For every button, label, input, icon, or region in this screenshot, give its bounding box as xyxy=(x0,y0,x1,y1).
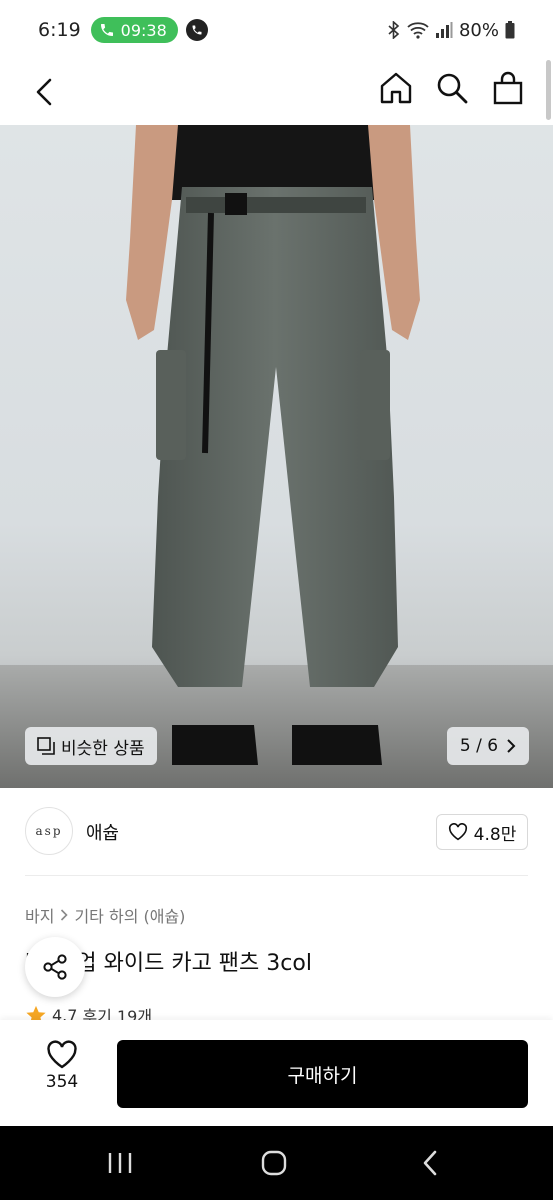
copy-icon xyxy=(37,737,55,755)
brand-name[interactable]: 애슙 xyxy=(86,819,119,845)
image-page-indicator[interactable]: 5 / 6 xyxy=(447,727,529,765)
similar-products-button[interactable]: 비슷한 상품 xyxy=(25,727,157,765)
divider xyxy=(25,875,528,876)
brand-like-button[interactable]: 4.8만 xyxy=(436,814,528,850)
battery-percent: 80% xyxy=(458,19,499,41)
brand-row: asp 애슙 4.8만 xyxy=(0,800,553,864)
brand-logo-text: asp xyxy=(35,824,63,838)
recent-apps-button[interactable] xyxy=(100,1146,140,1180)
wifi-icon xyxy=(407,22,429,39)
status-bar: 6:19 09:38 80% xyxy=(0,0,553,60)
purchase-bar: 354 구매하기 xyxy=(0,1020,553,1126)
status-right: 80% xyxy=(387,20,515,41)
breadcrumb-category[interactable]: 바지 xyxy=(25,903,54,927)
chevron-right-icon xyxy=(507,739,516,753)
cart-button[interactable] xyxy=(488,66,528,110)
brand-like-count: 4.8만 xyxy=(473,824,517,845)
chevron-left-icon xyxy=(423,1150,437,1176)
recent-apps-icon xyxy=(108,1153,132,1173)
chevron-right-icon xyxy=(61,909,69,921)
product-photo xyxy=(0,125,553,788)
search-button[interactable] xyxy=(432,66,472,110)
back-nav-button[interactable] xyxy=(410,1146,450,1180)
battery-icon xyxy=(505,21,515,39)
breadcrumb-subcategory[interactable]: 기타 하의 (애슙) xyxy=(74,903,185,927)
status-time: 6:19 xyxy=(38,19,81,41)
share-button[interactable] xyxy=(25,937,85,997)
home-icon xyxy=(380,72,412,104)
shopping-bag-icon xyxy=(493,71,523,105)
buy-button[interactable]: 구매하기 xyxy=(117,1040,528,1108)
call-app-icon xyxy=(185,19,208,41)
phone-icon xyxy=(100,24,113,36)
scroll-indicator[interactable] xyxy=(546,60,551,120)
call-indicator[interactable]: 09:38 xyxy=(90,17,178,43)
brand-logo[interactable]: asp xyxy=(25,807,73,855)
heart-icon xyxy=(47,1040,77,1069)
bluetooth-icon xyxy=(388,21,400,39)
signal-icon xyxy=(435,22,453,38)
similar-products-label: 비슷한 상품 xyxy=(61,738,145,759)
page-indicator-text: 5 / 6 xyxy=(459,736,499,756)
home-nav-button[interactable] xyxy=(254,1146,294,1180)
home-button[interactable] xyxy=(376,66,416,110)
home-circle-icon xyxy=(261,1150,287,1176)
android-navigation-bar xyxy=(0,1126,553,1200)
breadcrumb: 바지 기타 하의 (애슙) xyxy=(25,903,185,927)
share-icon xyxy=(43,954,67,980)
wishlist-count: 354 xyxy=(45,1072,79,1092)
chevron-left-icon xyxy=(36,78,52,106)
top-navigation xyxy=(0,60,553,124)
product-image[interactable]: 비슷한 상품 5 / 6 xyxy=(0,125,553,788)
call-timer: 09:38 xyxy=(120,20,167,40)
heart-icon xyxy=(448,823,467,841)
back-button[interactable] xyxy=(26,70,62,114)
search-icon xyxy=(437,73,468,104)
wishlist-button[interactable]: 354 xyxy=(26,1040,98,1106)
